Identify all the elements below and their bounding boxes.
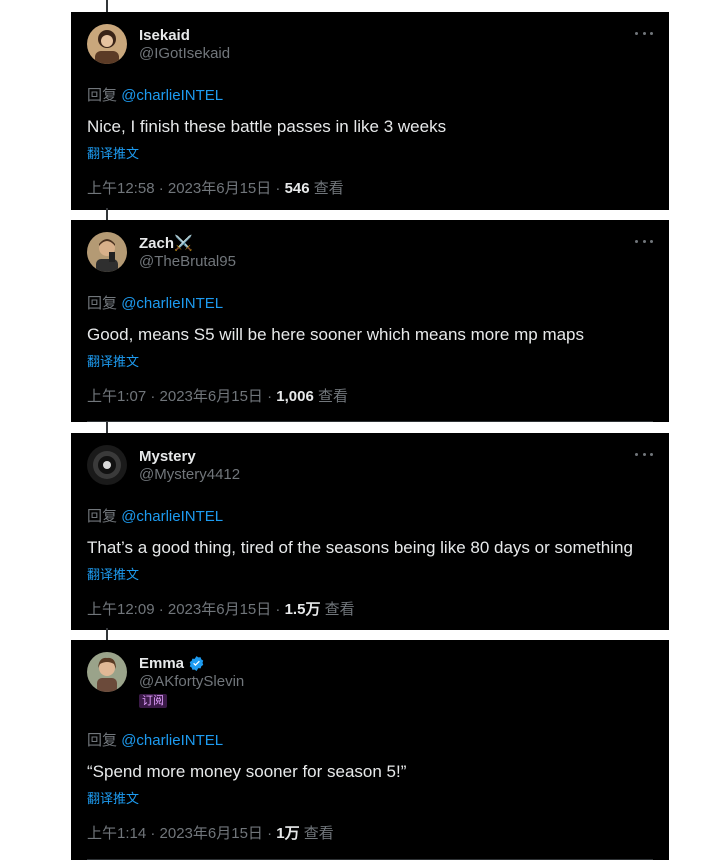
views-label: 查看: [313, 180, 344, 197]
avatar[interactable]: [87, 24, 127, 64]
reply-to-line: 回复 @charlieINTEL: [87, 84, 223, 105]
translate-link[interactable]: 翻译推文: [87, 564, 139, 583]
translate-link[interactable]: 翻译推文: [87, 143, 139, 162]
views-count: 546: [284, 180, 310, 197]
tweet-meta: 上午12:09 · 2023年6月15日 · 1.5万 查看: [87, 598, 355, 619]
reply-mention-link[interactable]: @charlieINTEL: [121, 508, 223, 525]
views-label: 查看: [317, 388, 348, 405]
user-handle[interactable]: @IGotIsekaid: [139, 45, 230, 62]
views-count: 1.5万: [284, 601, 321, 618]
reply-prefix: 回复: [87, 732, 118, 749]
views-label: 查看: [324, 601, 355, 618]
timestamp-link[interactable]: 上午12:58 · 2023年6月15日 ·: [87, 180, 285, 197]
tweet-meta: 上午12:58 · 2023年6月15日 · 546 查看: [87, 177, 344, 198]
display-name[interactable]: Emma: [139, 655, 184, 672]
tweet-text: “Spend more money sooner for season 5!”: [87, 762, 407, 781]
tweet-card[interactable]: Mystery @Mystery4412 回复 @charlieINTEL Th…: [71, 421, 669, 630]
thread-line: [106, 208, 108, 220]
author-row: Isekaid: [139, 25, 190, 45]
avatar[interactable]: [87, 652, 127, 692]
tweet-text: That’s a good thing, tired of the season…: [87, 538, 633, 557]
timestamp-link[interactable]: 上午1:14 · 2023年6月15日 ·: [87, 825, 276, 842]
tweet-card[interactable]: Emma @AKfortySlevin 订阅 回复 @charlieINTEL …: [71, 628, 669, 860]
reply-mention-link[interactable]: @charlieINTEL: [121, 295, 223, 312]
thread-line: [106, 421, 108, 433]
reply-prefix: 回复: [87, 295, 118, 312]
timestamp-link[interactable]: 上午12:09 · 2023年6月15日 ·: [87, 601, 285, 618]
divider: [87, 421, 653, 422]
user-handle[interactable]: @TheBrutal95: [139, 253, 236, 270]
views-label: 查看: [303, 825, 334, 842]
display-name[interactable]: Isekaid: [139, 27, 190, 44]
tweet-text: Good, means S5 will be here sooner which…: [87, 325, 585, 344]
views-count: 1,006: [276, 388, 314, 405]
avatar[interactable]: [87, 445, 127, 485]
reply-to-line: 回复 @charlieINTEL: [87, 729, 223, 750]
more-options-icon[interactable]: [635, 26, 653, 40]
author-row: Emma: [139, 653, 205, 673]
reply-prefix: 回复: [87, 87, 118, 104]
tweet-meta: 上午1:14 · 2023年6月15日 · 1万 查看: [87, 822, 334, 843]
thread-line: [106, 628, 108, 640]
reply-mention-link[interactable]: @charlieINTEL: [121, 87, 223, 104]
author-row: Mystery: [139, 446, 196, 466]
reply-to-line: 回复 @charlieINTEL: [87, 292, 223, 313]
divider: [87, 859, 653, 860]
views-count: 1万: [276, 825, 300, 842]
subscription-badge: 订阅: [139, 694, 167, 708]
tweet-text: Nice, I finish these battle passes in li…: [87, 117, 447, 136]
timestamp-link[interactable]: 上午1:07 · 2023年6月15日 ·: [87, 388, 276, 405]
thread-line: [106, 0, 108, 12]
tweet-meta: 上午1:07 · 2023年6月15日 · 1,006 查看: [87, 385, 348, 406]
more-options-icon[interactable]: [635, 447, 653, 461]
tweet-card[interactable]: Zach⚔️ @TheBrutal95 回复 @charlieINTEL Goo…: [71, 208, 669, 422]
verified-badge-icon: [189, 655, 204, 671]
display-name[interactable]: Zach⚔️: [139, 234, 193, 252]
user-handle[interactable]: @Mystery4412: [139, 466, 240, 483]
more-options-icon[interactable]: [635, 234, 653, 248]
reply-mention-link[interactable]: @charlieINTEL: [121, 732, 223, 749]
reply-prefix: 回复: [87, 508, 118, 525]
translate-link[interactable]: 翻译推文: [87, 351, 139, 370]
author-row: Zach⚔️: [139, 233, 193, 253]
avatar[interactable]: [87, 232, 127, 272]
reply-to-line: 回复 @charlieINTEL: [87, 505, 223, 526]
translate-link[interactable]: 翻译推文: [87, 788, 139, 807]
user-handle[interactable]: @AKfortySlevin: [139, 673, 244, 690]
display-name[interactable]: Mystery: [139, 448, 196, 465]
tweet-card[interactable]: Isekaid @IGotIsekaid 回复 @charlieINTEL Ni…: [71, 0, 669, 210]
